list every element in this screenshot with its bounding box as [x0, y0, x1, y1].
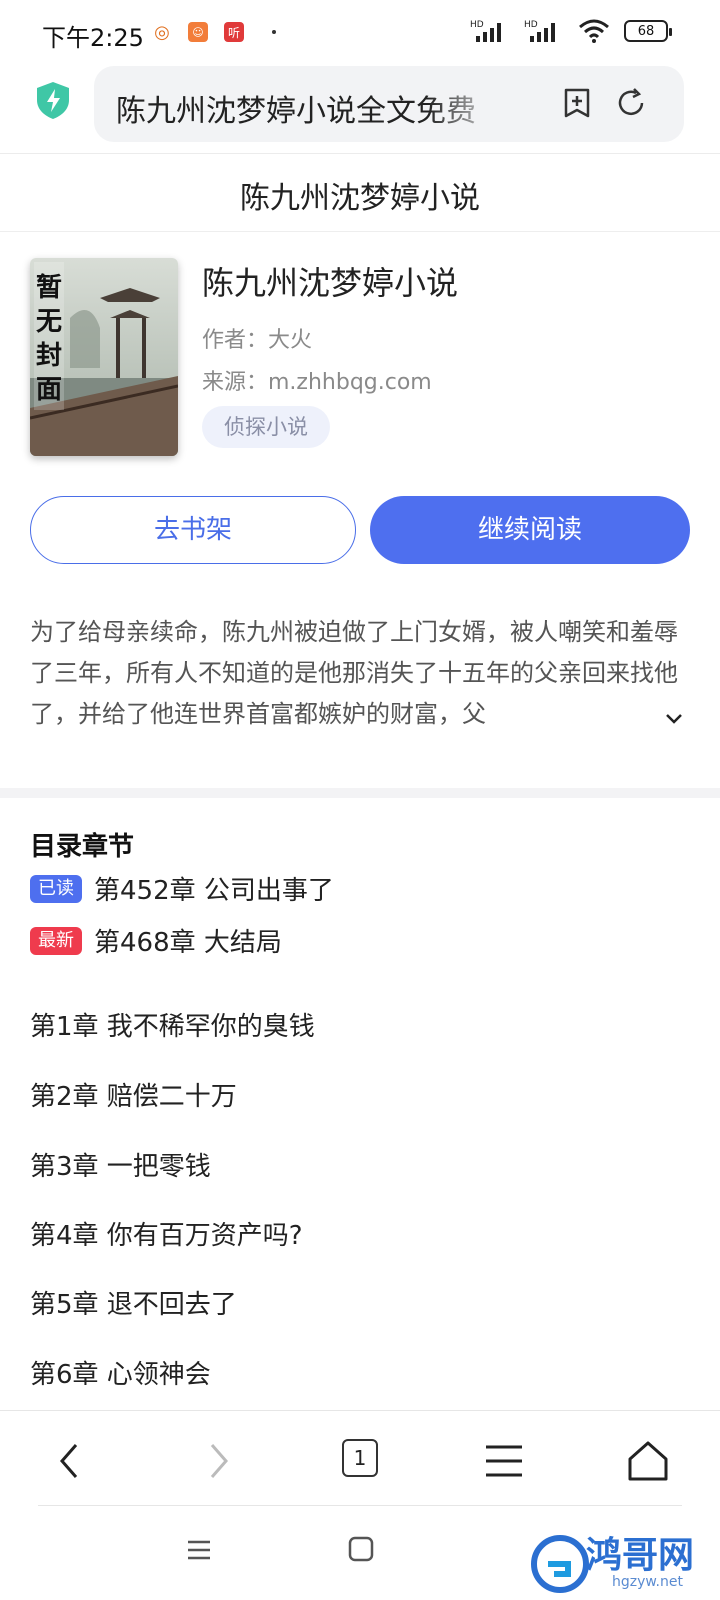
refresh-icon[interactable] [614, 86, 648, 120]
chapter-item[interactable]: 第2章 赔偿二十万 [30, 1076, 237, 1113]
go-to-bookshelf-button[interactable]: 去书架 [30, 496, 356, 564]
read-badge: 已读 [30, 874, 82, 903]
continue-reading-button[interactable]: 继续阅读 [370, 496, 690, 564]
notification-dot [272, 30, 276, 34]
toc-last-read[interactable]: 已读 第452章 公司出事了 [30, 870, 334, 907]
page-title: 陈九州沈梦婷小说 [0, 166, 720, 232]
chapter-item[interactable]: 第5章 退不回去了 [30, 1284, 237, 1321]
forward-icon[interactable] [196, 1439, 240, 1483]
tabs-button[interactable]: 1 [342, 1439, 378, 1477]
status-app-icons: ◎ ☺ 听 [152, 21, 276, 43]
url-text[interactable]: 陈九州沈梦婷小说全文免费 [116, 86, 506, 130]
toc-latest[interactable]: 最新 第468章 大结局 [30, 922, 282, 959]
add-bookmark-icon[interactable] [560, 86, 594, 120]
status-time: 下午2:25 [42, 24, 144, 52]
svg-text:暂: 暂 [36, 272, 62, 303]
chevron-down-icon[interactable] [664, 712, 684, 726]
wifi-icon [579, 19, 609, 43]
home-nav-icon[interactable] [348, 1536, 374, 1562]
home-icon[interactable] [626, 1439, 670, 1483]
watermark-text: 鸿哥网 [586, 1535, 695, 1576]
url-field[interactable]: 陈九州沈梦婷小说全文免费 [94, 66, 684, 142]
chapter-item[interactable]: 第6章 心领神会 [30, 1354, 211, 1391]
svg-text:HD: HD [524, 20, 538, 30]
chapter-item[interactable]: 第1章 我不稀罕你的臭钱 [30, 1006, 315, 1043]
last-read-chapter[interactable]: 第452章 公司出事了 [94, 870, 334, 907]
watermark-subtext: hgzyw.net [612, 1574, 683, 1590]
menu-icon[interactable] [482, 1439, 526, 1483]
toc-title: 目录章节 [30, 832, 135, 862]
section-divider [0, 788, 720, 798]
genre-tag[interactable]: 侦探小说 [202, 406, 330, 448]
back-icon[interactable] [48, 1439, 92, 1483]
latest-badge: 最新 [30, 926, 82, 955]
chapter-item[interactable]: 第4章 你有百万资产吗? [30, 1215, 303, 1252]
chapter-item[interactable]: 第3章 一把零钱 [30, 1146, 211, 1183]
latest-chapter[interactable]: 第468章 大结局 [94, 922, 282, 959]
browser-toolbar: 1 [0, 1410, 720, 1510]
face-app-icon: ☺ [188, 22, 208, 42]
book-cover[interactable]: 暂 无 封 面 [30, 258, 178, 456]
status-bar: 下午2:25 ◎ ☺ 听 HD HD 68 [0, 0, 720, 64]
cover-image: 暂 无 封 面 [30, 258, 178, 456]
svg-text:封: 封 [36, 341, 62, 371]
weibo-icon: ◎ [154, 21, 170, 43]
book-author: 作者：大火 [202, 328, 313, 353]
listen-app-icon: 听 [224, 22, 244, 42]
svg-text:无: 无 [36, 307, 62, 337]
svg-text:HD: HD [470, 20, 484, 30]
security-shield-icon[interactable] [34, 80, 72, 120]
svg-text:面: 面 [36, 375, 62, 405]
battery-indicator: 68 [624, 20, 672, 42]
browser-address-bar: 陈九州沈梦婷小说全文免费 [0, 64, 720, 154]
status-right: HD HD 68 [470, 18, 672, 44]
book-source: 来源：m.zhhbqg.com [202, 370, 432, 395]
cellular-signal-icon-2: HD [524, 20, 555, 42]
cellular-signal-icon: HD [470, 20, 501, 42]
recent-apps-icon[interactable] [186, 1538, 212, 1562]
book-name: 陈九州沈梦婷小说 [202, 264, 459, 302]
